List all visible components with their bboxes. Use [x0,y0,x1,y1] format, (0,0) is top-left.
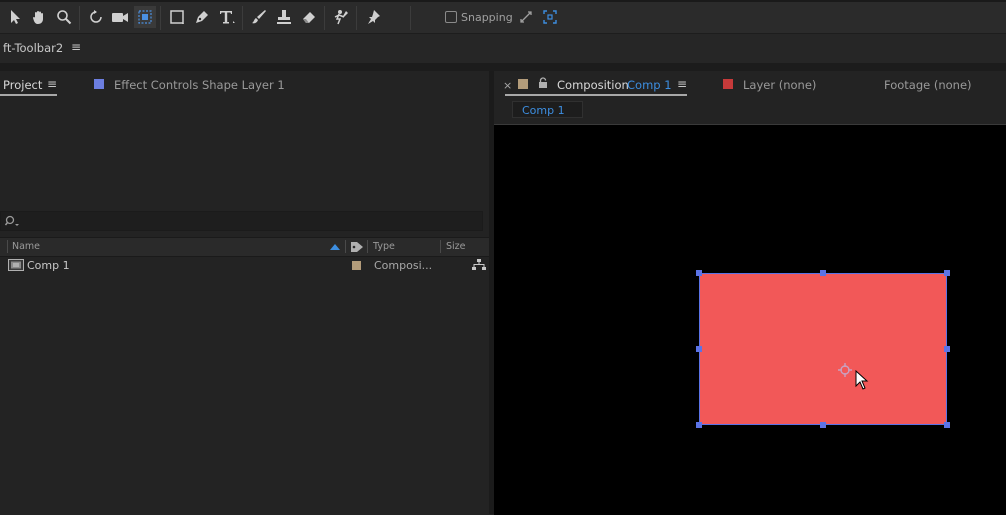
breadcrumb-comp[interactable]: Comp 1 [522,104,565,117]
transform-handle[interactable] [696,422,702,428]
project-search-input[interactable] [0,211,483,231]
project-tab-menu-icon[interactable]: ≡ [47,77,57,91]
lock-icon[interactable] [538,77,548,89]
tab-composition-prefix[interactable]: Composition [557,78,629,92]
tab-footage[interactable]: Footage (none) [884,78,972,92]
composition-label-swatch [518,79,528,89]
tab-layer[interactable]: Layer (none) [743,78,816,92]
shape-layer-rectangle[interactable] [699,273,947,425]
puppet-pin-tool-icon[interactable] [362,6,384,28]
tab-effect-controls[interactable]: Effect Controls Shape Layer 1 [114,78,285,92]
rectangle-tool-icon[interactable] [166,6,188,28]
breadcrumb[interactable]: Comp 1 [512,101,583,118]
workspace-menu-icon[interactable]: ≡ [71,40,81,54]
snapping-label: Snapping [461,11,513,24]
flowchart-icon[interactable] [472,259,486,271]
type-tool-icon[interactable] [216,6,238,28]
column-header-size[interactable]: Size [446,241,466,252]
composition-viewer[interactable] [494,124,1006,515]
snap-edges-icon[interactable] [515,6,537,28]
item-name: Comp 1 [27,259,70,272]
transform-handle[interactable] [944,270,950,276]
sort-ascending-icon[interactable] [329,243,341,251]
project-panel-tabs: Project ≡ Effect Controls Shape Layer 1 [0,71,489,99]
selection-tool-icon[interactable] [4,6,26,28]
mouse-cursor-icon [855,370,869,390]
eraser-tool-icon[interactable] [298,6,320,28]
workspace-bar: ft-Toolbar2 ≡ [0,33,1006,64]
rotation-tool-icon[interactable] [85,6,107,28]
project-column-headers: Name Type Size [0,237,489,257]
effect-controls-label-swatch [94,79,104,89]
camera-tool-icon[interactable] [109,6,131,28]
table-row[interactable]: Comp 1 Composi... [0,256,489,274]
column-header-type[interactable]: Type [373,241,395,252]
pan-behind-tool-icon[interactable] [134,6,156,28]
tab-composition-underline [505,94,687,96]
tab-project[interactable]: Project [3,78,42,92]
transform-handle[interactable] [944,422,950,428]
panel-gutter [0,63,1006,71]
snapping-checkbox[interactable] [445,11,457,23]
composition-panel: × Composition Comp 1 ≡ Layer (none) Foot… [494,71,1006,515]
composition-tab-menu-icon[interactable]: ≡ [677,77,687,91]
column-header-name[interactable]: Name [12,241,40,252]
zoom-tool-icon[interactable] [53,6,75,28]
pen-tool-icon[interactable] [191,6,213,28]
brush-tool-icon[interactable] [248,6,270,28]
close-tab-icon[interactable]: × [503,79,512,92]
clone-stamp-tool-icon[interactable] [273,6,295,28]
composition-icon [8,259,24,271]
label-tag-icon[interactable] [350,241,364,253]
search-icon [5,215,19,226]
transform-handle[interactable] [696,346,702,352]
hand-tool-icon[interactable] [28,6,50,28]
transform-handle[interactable] [820,270,826,276]
roto-brush-tool-icon[interactable] [330,6,352,28]
tab-composition-name[interactable]: Comp 1 [627,78,672,92]
transform-handle[interactable] [944,346,950,352]
layer-label-swatch [723,79,733,89]
snap-features-icon[interactable] [539,6,561,28]
workspace-name[interactable]: ft-Toolbar2 [3,41,63,55]
item-type: Composi... [374,259,433,272]
anchor-point-icon[interactable] [837,362,853,378]
item-label-swatch[interactable] [352,261,361,270]
tab-project-underline [0,94,57,96]
transform-handle[interactable] [820,422,826,428]
project-panel: Project ≡ Effect Controls Shape Layer 1 … [0,71,489,514]
tools-toolbar: Snapping [0,0,1006,33]
transform-handle[interactable] [696,270,702,276]
